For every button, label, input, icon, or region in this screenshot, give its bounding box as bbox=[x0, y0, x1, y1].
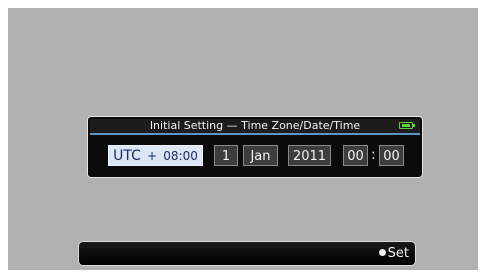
camera-screen: Initial Setting — Time Zone/Date/Time UT… bbox=[8, 8, 478, 270]
dialog-title: Initial Setting — Time Zone/Date/Time bbox=[149, 119, 361, 132]
set-button[interactable]: Set bbox=[378, 242, 409, 265]
day-field[interactable]: 1 bbox=[214, 145, 238, 166]
timezone-field[interactable]: UTC + 08:00 bbox=[108, 145, 203, 166]
dialog-title-bar: Initial Setting — Time Zone/Date/Time bbox=[90, 119, 420, 135]
hour-field[interactable]: 00 bbox=[343, 145, 368, 166]
battery-icon bbox=[399, 122, 415, 129]
timezone-sign: + bbox=[147, 149, 158, 163]
timezone-offset: 08:00 bbox=[163, 149, 198, 163]
month-field[interactable]: Jan bbox=[243, 145, 278, 166]
initial-setting-dialog: Initial Setting — Time Zone/Date/Time UT… bbox=[87, 116, 423, 178]
minute-field[interactable]: 00 bbox=[379, 145, 404, 166]
set-label: Set bbox=[387, 246, 409, 261]
timezone-prefix: UTC bbox=[113, 148, 141, 164]
bullet-icon bbox=[378, 249, 386, 256]
time-separator: : bbox=[371, 147, 376, 163]
year-field[interactable]: 2011 bbox=[288, 145, 331, 166]
bottom-action-bar: Set bbox=[78, 241, 416, 266]
